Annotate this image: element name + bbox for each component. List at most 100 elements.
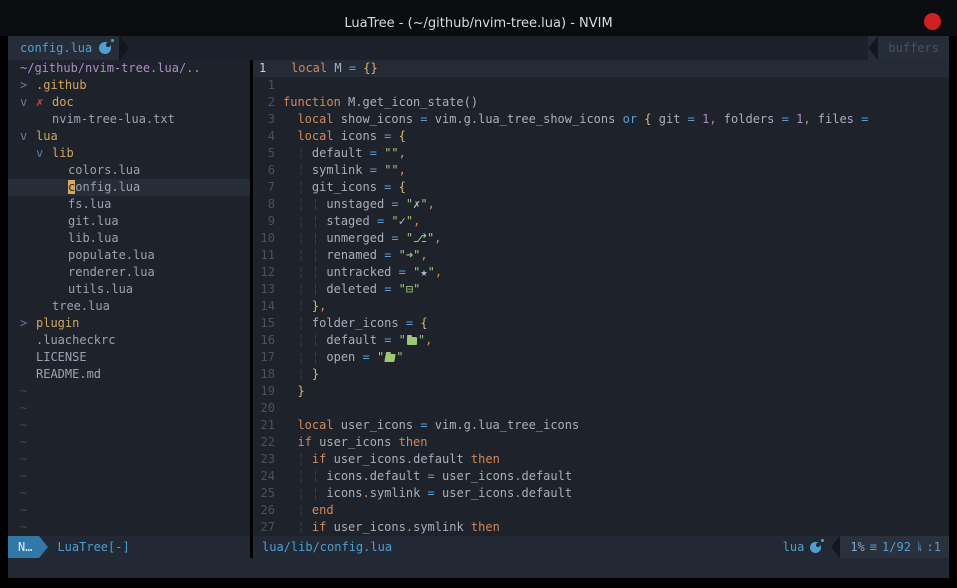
tab-config-lua[interactable]: config.lua bbox=[8, 36, 119, 60]
tree-item[interactable]: LICENSE bbox=[8, 349, 250, 366]
empty-line-tilde: ~ bbox=[8, 400, 250, 417]
lua-moon-icon bbox=[810, 542, 821, 553]
code-line[interactable]: 10 ¦ ¦ unmerged = "⎇", bbox=[253, 230, 949, 247]
tree-item[interactable]: v✗doc bbox=[8, 94, 250, 111]
tree-item-label: .github bbox=[36, 77, 87, 94]
code-lines: 1local M = {}12function M.get_icon_state… bbox=[253, 60, 949, 536]
tree-item-label: git.lua bbox=[68, 213, 119, 230]
tree-item[interactable]: ~/github/nvim-tree.lua/.. bbox=[8, 60, 250, 77]
chevron-down-icon[interactable]: v bbox=[20, 128, 36, 145]
tree-item[interactable]: lib.lua bbox=[8, 230, 250, 247]
line-number: 9 bbox=[253, 213, 283, 230]
code-line[interactable]: 1 bbox=[253, 77, 949, 94]
tabline-spacer bbox=[129, 36, 868, 60]
tree-item[interactable]: utils.lua bbox=[8, 281, 250, 298]
empty-line-tilde: ~ bbox=[8, 417, 250, 434]
nvim-window: LuaTree - (~/github/nvim-tree.lua) - NVI… bbox=[0, 0, 957, 588]
code-line[interactable]: 9 ¦ ¦ staged = "✓", bbox=[253, 213, 949, 230]
code-line[interactable]: 14 ¦ }, bbox=[253, 298, 949, 315]
indent-guide: ¦ bbox=[297, 231, 304, 245]
powerline-arrow-icon bbox=[39, 536, 48, 558]
indent-guide: ¦ bbox=[297, 486, 304, 500]
code-line[interactable]: 16 ¦ ¦ default = "", bbox=[253, 332, 949, 349]
filetype-label: lua bbox=[783, 540, 805, 554]
chevron-right-icon[interactable]: > bbox=[20, 77, 36, 94]
lines-icon: ≡ bbox=[870, 540, 877, 554]
chevron-down-icon[interactable]: v bbox=[36, 145, 52, 162]
code-line[interactable]: 26 ¦ end bbox=[253, 502, 949, 519]
column-indicator: :1 bbox=[927, 540, 941, 554]
editor-pane[interactable]: 1local M = {}12function M.get_icon_state… bbox=[253, 60, 949, 536]
indent-guide: ¦ bbox=[297, 452, 304, 466]
tree-item[interactable]: tree.lua bbox=[8, 298, 250, 315]
line-number: 7 bbox=[253, 179, 283, 196]
command-line[interactable] bbox=[8, 558, 949, 578]
code-line[interactable]: 24 ¦ ¦ icons.default = user_icons.defaul… bbox=[253, 468, 949, 485]
tree-item[interactable]: config.lua bbox=[8, 179, 250, 196]
code-line[interactable]: 11 ¦ ¦ renamed = "➜", bbox=[253, 247, 949, 264]
code-line[interactable]: 22 if user_icons then bbox=[253, 434, 949, 451]
code-line[interactable]: 4 local icons = { bbox=[253, 128, 949, 145]
code-line[interactable]: 15 ¦ folder_icons = { bbox=[253, 315, 949, 332]
tree-item[interactable]: >plugin bbox=[8, 315, 250, 332]
chevron-down-icon[interactable]: v bbox=[20, 94, 36, 111]
code-line[interactable]: 17 ¦ ¦ open = "" bbox=[253, 349, 949, 366]
line-number: 21 bbox=[253, 417, 283, 434]
line-number: 10 bbox=[253, 230, 283, 247]
buffers-label: buffers bbox=[878, 41, 949, 55]
tree-item[interactable]: >.github bbox=[8, 77, 250, 94]
file-tree-pane[interactable]: ~/github/nvim-tree.lua/..>.githubv✗docnv… bbox=[8, 60, 250, 536]
line-number-icon: L N bbox=[918, 542, 922, 552]
tab-label: config.lua bbox=[20, 41, 92, 55]
line-number: 20 bbox=[253, 400, 283, 417]
line-number: 27 bbox=[253, 519, 283, 536]
code-line[interactable]: 20 bbox=[253, 400, 949, 417]
code-line[interactable]: 3 local show_icons = vim.g.lua_tree_show… bbox=[253, 111, 949, 128]
tree-status-title: LuaTree[-] bbox=[57, 536, 129, 558]
line-number: 3 bbox=[253, 111, 283, 128]
tree-item[interactable]: fs.lua bbox=[8, 196, 250, 213]
code-line[interactable]: 27 ¦ if user_icons.symlink then bbox=[253, 519, 949, 536]
tree-item[interactable]: renderer.lua bbox=[8, 264, 250, 281]
line-number: 8 bbox=[253, 196, 283, 213]
code-line[interactable]: 1local M = {} bbox=[253, 60, 949, 77]
code-line[interactable]: 2function M.get_icon_state() bbox=[253, 94, 949, 111]
code-line[interactable]: 7 ¦ git_icons = { bbox=[253, 179, 949, 196]
code-line[interactable]: 18 ¦ } bbox=[253, 366, 949, 383]
tree-item-label: doc bbox=[52, 94, 74, 111]
indent-guide: ¦ bbox=[297, 333, 304, 347]
tree-item-label: lib bbox=[52, 145, 74, 162]
indent-guide: ¦ bbox=[297, 520, 304, 534]
code-line[interactable]: 6 ¦ symlink = "", bbox=[253, 162, 949, 179]
code-line[interactable]: 12 ¦ ¦ untracked = "★", bbox=[253, 264, 949, 281]
tree-item[interactable]: git.lua bbox=[8, 213, 250, 230]
tree-item[interactable]: populate.lua bbox=[8, 247, 250, 264]
line-number: 18 bbox=[253, 366, 283, 383]
red-circle-icon[interactable] bbox=[924, 13, 941, 30]
powerline-arrow-icon bbox=[119, 36, 129, 60]
empty-line-tilde: ~ bbox=[8, 434, 250, 451]
indent-guide: ¦ bbox=[297, 299, 304, 313]
line-number: 11 bbox=[253, 247, 283, 264]
code-line[interactable]: 25 ¦ ¦ icons.symlink = user_icons.defaul… bbox=[253, 485, 949, 502]
indent-guide: ¦ bbox=[297, 367, 304, 381]
indent-guide: ¦ bbox=[297, 469, 304, 483]
tree-item[interactable]: .luacheckrc bbox=[8, 332, 250, 349]
tree-item[interactable]: vlua bbox=[8, 128, 250, 145]
line-number: 15 bbox=[253, 315, 283, 332]
code-line[interactable]: 13 ¦ ¦ deleted = "⊟" bbox=[253, 281, 949, 298]
buffers-segment[interactable]: buffers bbox=[868, 36, 949, 60]
code-line[interactable]: 8 ¦ ¦ unstaged = "✗", bbox=[253, 196, 949, 213]
code-line[interactable]: 21 local user_icons = vim.g.lua_tree_ico… bbox=[253, 417, 949, 434]
code-line[interactable]: 19 } bbox=[253, 383, 949, 400]
line-number: 16 bbox=[253, 332, 283, 349]
scroll-percent: 1% bbox=[850, 540, 864, 554]
tree-item[interactable]: colors.lua bbox=[8, 162, 250, 179]
code-line[interactable]: 23 ¦ if user_icons.default then bbox=[253, 451, 949, 468]
tree-item[interactable]: vlib bbox=[8, 145, 250, 162]
chevron-right-icon[interactable]: > bbox=[20, 315, 36, 332]
code-line[interactable]: 5 ¦ default = "", bbox=[253, 145, 949, 162]
tree-item[interactable]: nvim-tree-lua.txt bbox=[8, 111, 250, 128]
tree-item[interactable]: README.md bbox=[8, 366, 250, 383]
line-number: 13 bbox=[253, 281, 283, 298]
